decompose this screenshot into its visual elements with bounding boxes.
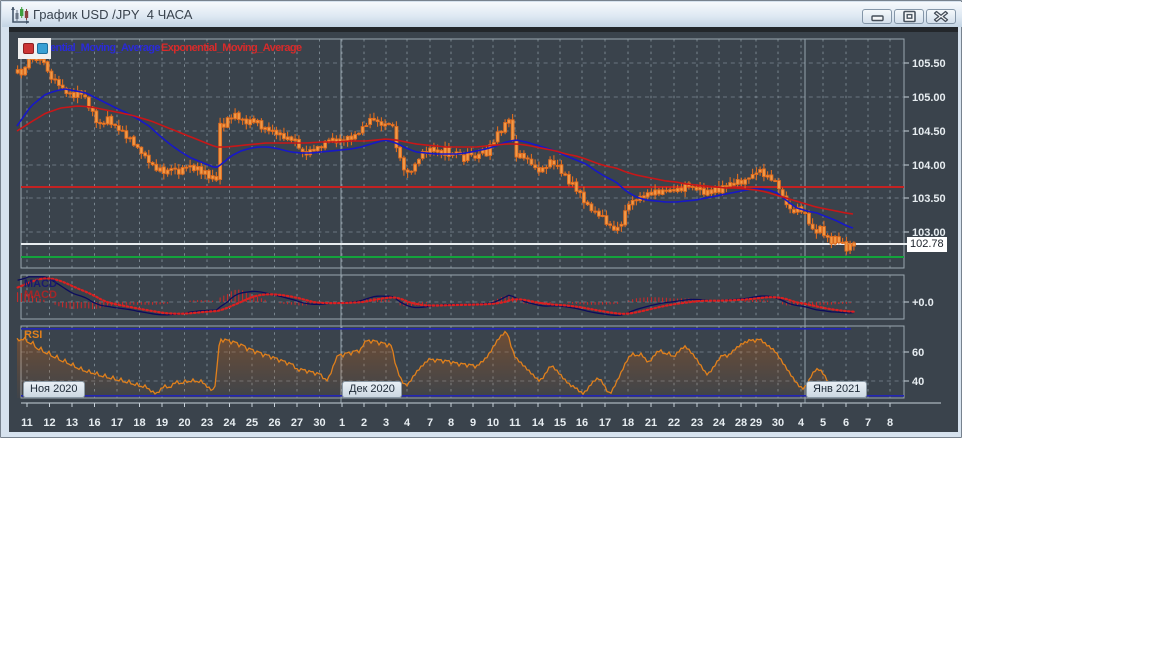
svg-text:25: 25 xyxy=(246,417,258,429)
svg-text:105.50: 105.50 xyxy=(912,58,946,70)
svg-text:40: 40 xyxy=(912,376,924,388)
svg-text:103.50: 103.50 xyxy=(912,193,946,205)
svg-text:17: 17 xyxy=(599,417,611,429)
svg-text:20: 20 xyxy=(178,417,190,429)
svg-text:8: 8 xyxy=(887,417,893,429)
svg-text:12: 12 xyxy=(43,417,55,429)
svg-text:22: 22 xyxy=(668,417,680,429)
svg-text:24: 24 xyxy=(713,417,726,429)
svg-text:19: 19 xyxy=(156,417,168,429)
svg-text:3: 3 xyxy=(383,417,389,429)
svg-text:26: 26 xyxy=(268,417,280,429)
svg-text:30: 30 xyxy=(772,417,784,429)
svg-text:11: 11 xyxy=(21,417,33,429)
svg-text:4: 4 xyxy=(404,417,411,429)
svg-text:28: 28 xyxy=(735,417,747,429)
svg-text:27: 27 xyxy=(291,417,303,429)
svg-text:60: 60 xyxy=(912,347,924,359)
svg-text:16: 16 xyxy=(88,417,100,429)
svg-text:7: 7 xyxy=(865,417,871,429)
svg-text:15: 15 xyxy=(554,417,566,429)
svg-text:11: 11 xyxy=(509,417,521,429)
svg-text:23: 23 xyxy=(201,417,213,429)
svg-text:30: 30 xyxy=(313,417,325,429)
svg-text:17: 17 xyxy=(111,417,123,429)
svg-text:4: 4 xyxy=(798,417,805,429)
svg-text:7: 7 xyxy=(427,417,433,429)
svg-text:6: 6 xyxy=(843,417,849,429)
svg-text:+0.0: +0.0 xyxy=(912,297,934,309)
svg-text:24: 24 xyxy=(223,417,236,429)
svg-text:2: 2 xyxy=(361,417,367,429)
svg-text:16: 16 xyxy=(576,417,588,429)
svg-text:105.00: 105.00 xyxy=(912,92,946,104)
svg-text:21: 21 xyxy=(645,417,657,429)
svg-text:ential_Moving_Average: ential_Moving_Average xyxy=(50,42,160,54)
svg-text:5: 5 xyxy=(820,417,826,429)
svg-text:8: 8 xyxy=(448,417,454,429)
svg-text:23: 23 xyxy=(691,417,703,429)
svg-text:10: 10 xyxy=(487,417,499,429)
svg-text:Exponential_Moving_Average: Exponential_Moving_Average xyxy=(161,42,302,54)
svg-text:9: 9 xyxy=(470,417,476,429)
svg-text:1: 1 xyxy=(339,417,345,429)
svg-text:18: 18 xyxy=(133,417,145,429)
svg-text:RSI: RSI xyxy=(24,329,42,341)
svg-text:104.00: 104.00 xyxy=(912,160,946,172)
svg-text:29: 29 xyxy=(750,417,762,429)
svg-text:14: 14 xyxy=(532,417,545,429)
svg-text:MACD: MACD xyxy=(24,289,57,301)
svg-text:18: 18 xyxy=(622,417,634,429)
svg-text:13: 13 xyxy=(66,417,78,429)
svg-text:104.50: 104.50 xyxy=(912,126,946,138)
